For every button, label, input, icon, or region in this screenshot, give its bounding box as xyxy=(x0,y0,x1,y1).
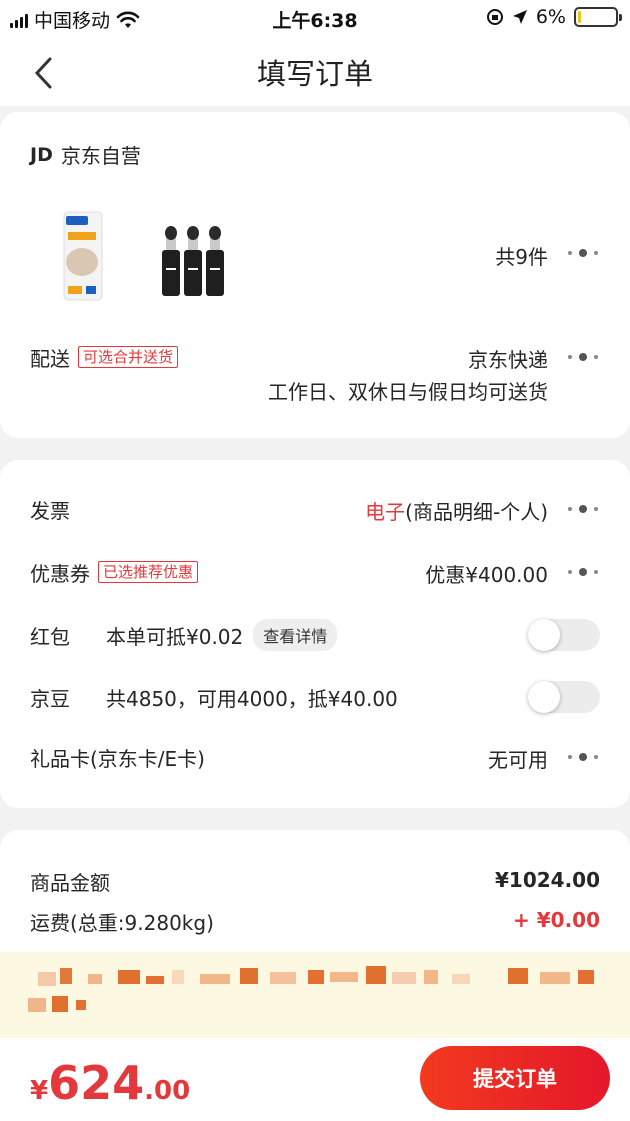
address-banner[interactable] xyxy=(0,952,630,1038)
delivery-schedule-row: 工作日、双休日与假日均可送货 xyxy=(30,374,600,404)
delivery-schedule: 工作日、双休日与假日均可送货 xyxy=(268,380,548,404)
bottom-bar: ¥ 624 .00 提交订单 xyxy=(0,1038,630,1121)
location-arrow-icon xyxy=(512,10,527,24)
delivery-row[interactable]: 配送 可选合并送货 京东快递 xyxy=(30,342,600,372)
coupon-row[interactable]: 优惠券 已选推荐优惠 优惠¥400.00 xyxy=(30,557,600,587)
invoice-row[interactable]: 发票 电子(商品明细-个人) xyxy=(30,494,600,524)
jd-logo: JD xyxy=(30,143,53,166)
merge-delivery-tag: 可选合并送货 xyxy=(78,346,179,368)
red-packet-label: 红包 xyxy=(30,624,70,649)
submit-order-button[interactable]: 提交订单 xyxy=(420,1046,610,1110)
total-decimal: .00 xyxy=(144,1076,191,1106)
more-dots-icon[interactable] xyxy=(568,248,600,258)
more-dots-icon[interactable] xyxy=(568,352,600,362)
goods-amount-value: ¥1024.00 xyxy=(494,868,600,892)
toggle-knob xyxy=(528,681,560,713)
invoice-type: 电子 xyxy=(365,500,406,524)
delivery-label: 配送 xyxy=(30,346,70,371)
product-image-serum xyxy=(158,224,228,298)
shop-card: JD 京东自营 共9件 配送 可选合并送货 京东快递 工作日、双休日与假日均可送… xyxy=(0,112,630,438)
product-image-diapers xyxy=(60,210,106,302)
nav-bar: 填写订单 xyxy=(0,36,630,106)
shipping-row: 运费(总重:9.280kg) + ¥0.00 xyxy=(30,906,600,936)
status-bar: 中国移动 上午6:38 6% xyxy=(0,0,630,36)
jingdou-toggle[interactable] xyxy=(528,681,600,713)
product-row[interactable]: 共9件 xyxy=(30,204,600,304)
red-packet-toggle[interactable] xyxy=(528,619,600,651)
invoice-label: 发票 xyxy=(30,498,70,523)
price-summary-card: 商品金额 ¥1024.00 运费(总重:9.280kg) + ¥0.00 xyxy=(0,830,630,970)
goods-amount-row: 商品金额 ¥1024.00 xyxy=(30,866,600,896)
battery-icon xyxy=(574,7,622,27)
more-dots-icon[interactable] xyxy=(568,504,600,514)
payment-options-card: 发票 电子(商品明细-个人) 优惠券 已选推荐优惠 优惠¥400.00 红包 本… xyxy=(0,460,630,808)
gift-card-label: 礼品卡(京东卡/E卡) xyxy=(30,746,205,771)
item-count: 共9件 xyxy=(495,245,548,269)
goods-amount-label: 商品金额 xyxy=(30,870,110,895)
status-right: 6% xyxy=(486,6,622,28)
red-packet-row: 红包 本单可抵¥0.02 查看详情 xyxy=(30,618,600,652)
shop-header: JD 京东自营 xyxy=(30,140,600,169)
coupon-label: 优惠券 xyxy=(30,561,90,586)
jingdou-desc: 共4850，可用4000，抵¥40.00 xyxy=(106,686,398,711)
coupon-value: 优惠¥400.00 xyxy=(425,563,548,587)
gift-card-value: 无可用 xyxy=(488,748,548,772)
coupon-tag: 已选推荐优惠 xyxy=(98,561,199,583)
rotation-lock-icon xyxy=(486,9,503,25)
shipping-label: 运费(总重:9.280kg) xyxy=(30,910,214,935)
more-dots-icon[interactable] xyxy=(568,752,600,762)
toggle-knob xyxy=(528,619,560,651)
view-details-link[interactable]: 查看详情 xyxy=(253,619,338,651)
jingdou-row: 京豆 共4850，可用4000，抵¥40.00 xyxy=(30,680,600,714)
total-price: ¥ 624 .00 xyxy=(30,1056,190,1110)
invoice-value: 电子(商品明细-个人) xyxy=(365,496,548,525)
page-title: 填写订单 xyxy=(256,57,373,91)
more-dots-icon[interactable] xyxy=(568,567,600,577)
total-currency: ¥ xyxy=(30,1076,49,1106)
gift-card-row[interactable]: 礼品卡(京东卡/E卡) 无可用 xyxy=(30,742,600,772)
total-integer: 624 xyxy=(48,1056,145,1110)
delivery-method: 京东快递 xyxy=(468,348,548,372)
invoice-detail: (商品明细-个人) xyxy=(405,500,548,524)
jingdou-label: 京豆 xyxy=(30,686,70,711)
red-packet-desc: 本单可抵¥0.02 xyxy=(106,624,244,649)
shipping-value: + ¥0.00 xyxy=(513,908,600,932)
shop-name: 京东自营 xyxy=(60,144,141,168)
battery-percent: 6% xyxy=(535,6,566,28)
